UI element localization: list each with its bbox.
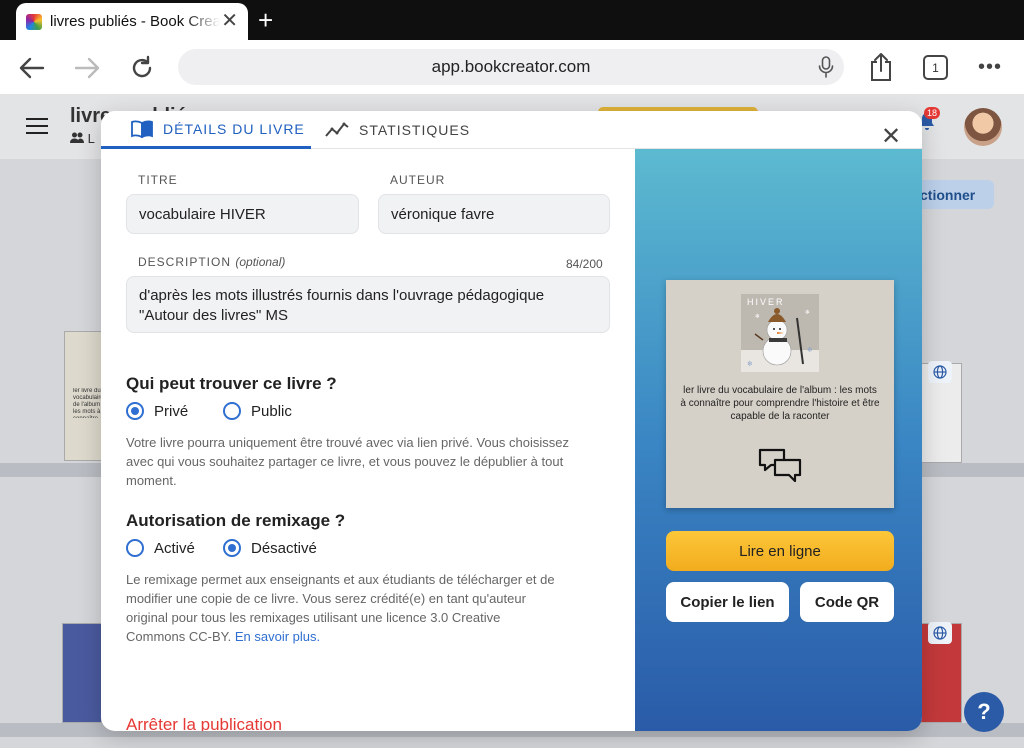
author-label: AUTEUR	[390, 173, 446, 187]
url-bar[interactable]: app.bookcreator.com	[178, 49, 844, 85]
book-creator-favicon-icon	[26, 13, 42, 30]
qr-code-button[interactable]: Code QR	[800, 582, 894, 622]
tab-statistics[interactable]: STATISTIQUES	[325, 111, 470, 149]
forward-icon[interactable]	[73, 54, 101, 82]
author-field[interactable]: véronique favre	[378, 194, 610, 234]
back-icon[interactable]	[18, 54, 46, 82]
users-icon	[70, 132, 84, 143]
book-icon	[131, 119, 153, 138]
stop-publishing-link[interactable]: Arrêter la publication	[126, 715, 282, 731]
svg-text:❄: ❄	[755, 313, 760, 320]
visibility-title: Qui peut trouver ce livre ?	[126, 374, 337, 393]
remix-title: Autorisation de remixage ?	[126, 511, 346, 530]
description-counter: 84/200	[566, 257, 603, 271]
radio-remix-on-control[interactable]	[126, 539, 144, 557]
reload-icon[interactable]	[128, 54, 156, 82]
menu-icon[interactable]	[26, 118, 48, 134]
read-online-button[interactable]: Lire en ligne	[666, 531, 894, 571]
book-details-modal: DÉTAILS DU LIVRE STATISTIQUES ✕ TITRE vo…	[101, 111, 922, 731]
title-field[interactable]: vocabulaire HIVER	[126, 194, 359, 234]
book-details-form: TITRE vocabulaire HIVER AUTEUR véronique…	[101, 149, 635, 731]
browser-toolbar: app.bookcreator.com 1 •••	[0, 40, 1024, 95]
svg-text:❄: ❄	[747, 360, 753, 368]
browser-tab[interactable]: livres publiés - Book Creator ✕	[16, 3, 248, 40]
background-book-cover[interactable]	[62, 623, 102, 723]
user-avatar[interactable]	[964, 108, 1002, 146]
modal-tabs: DÉTAILS DU LIVRE STATISTIQUES ✕	[101, 111, 922, 149]
learn-more-link[interactable]: En savoir plus.	[235, 629, 320, 644]
select-button[interactable]: ctionner	[910, 180, 994, 209]
radio-private[interactable]: Privé	[126, 402, 188, 420]
share-icon[interactable]	[868, 52, 894, 87]
svg-text:❄: ❄	[807, 346, 813, 354]
book-cover-preview[interactable]: HIVER ❄ ❄ ❄ ❄ ler livre du vocabulaire d…	[666, 280, 894, 508]
remix-help-text: Le remixage permet aux enseignants et au…	[126, 572, 555, 644]
speech-bubbles-icon	[757, 446, 803, 491]
radio-public[interactable]: Public	[223, 402, 292, 420]
radio-remix-on[interactable]: Activé	[126, 539, 195, 557]
more-options-icon[interactable]: •••	[978, 56, 1002, 79]
radio-private-control[interactable]	[126, 402, 144, 420]
description-field[interactable]: d'après les mots illustrés fournis dans …	[126, 276, 610, 333]
copy-link-button[interactable]: Copier le lien	[666, 582, 789, 622]
globe-icon	[928, 622, 952, 644]
description-label: DESCRIPTION (optional)	[138, 255, 286, 269]
tab-book-details[interactable]: DÉTAILS DU LIVRE	[101, 111, 311, 149]
radio-public-control[interactable]	[223, 402, 241, 420]
globe-icon	[928, 361, 952, 383]
tab-switcher-button[interactable]: 1	[923, 55, 948, 80]
close-tab-icon[interactable]: ✕	[221, 11, 238, 31]
snowman-icon: ❄ ❄ ❄ ❄	[741, 308, 819, 372]
close-icon[interactable]: ✕	[881, 125, 901, 149]
url-text: app.bookcreator.com	[431, 57, 591, 76]
visibility-help-text: Votre livre pourra uniquement être trouv…	[126, 435, 569, 488]
title-label: TITRE	[138, 173, 178, 187]
radio-remix-off[interactable]: Désactivé	[223, 539, 317, 557]
browser-tab-bar: livres publiés - Book Creator ✕ +	[0, 0, 1024, 40]
tab-title: livres publiés - Book Creator	[50, 13, 220, 30]
library-subtitle: L	[70, 131, 95, 146]
help-button[interactable]: ?	[964, 692, 1004, 732]
book-preview-panel: HIVER ❄ ❄ ❄ ❄ ler livre du vocabulaire d…	[635, 149, 922, 731]
notification-badge: 18	[924, 107, 941, 119]
radio-remix-off-control[interactable]	[223, 539, 241, 557]
cover-text: ler livre du vocabulaire de l'album : le…	[680, 385, 880, 422]
microphone-icon[interactable]	[818, 56, 834, 83]
statistics-icon	[325, 122, 349, 137]
snowman-illustration: HIVER ❄ ❄ ❄ ❄	[741, 294, 819, 372]
svg-text:❄: ❄	[805, 309, 810, 316]
new-tab-icon[interactable]: +	[258, 6, 273, 34]
